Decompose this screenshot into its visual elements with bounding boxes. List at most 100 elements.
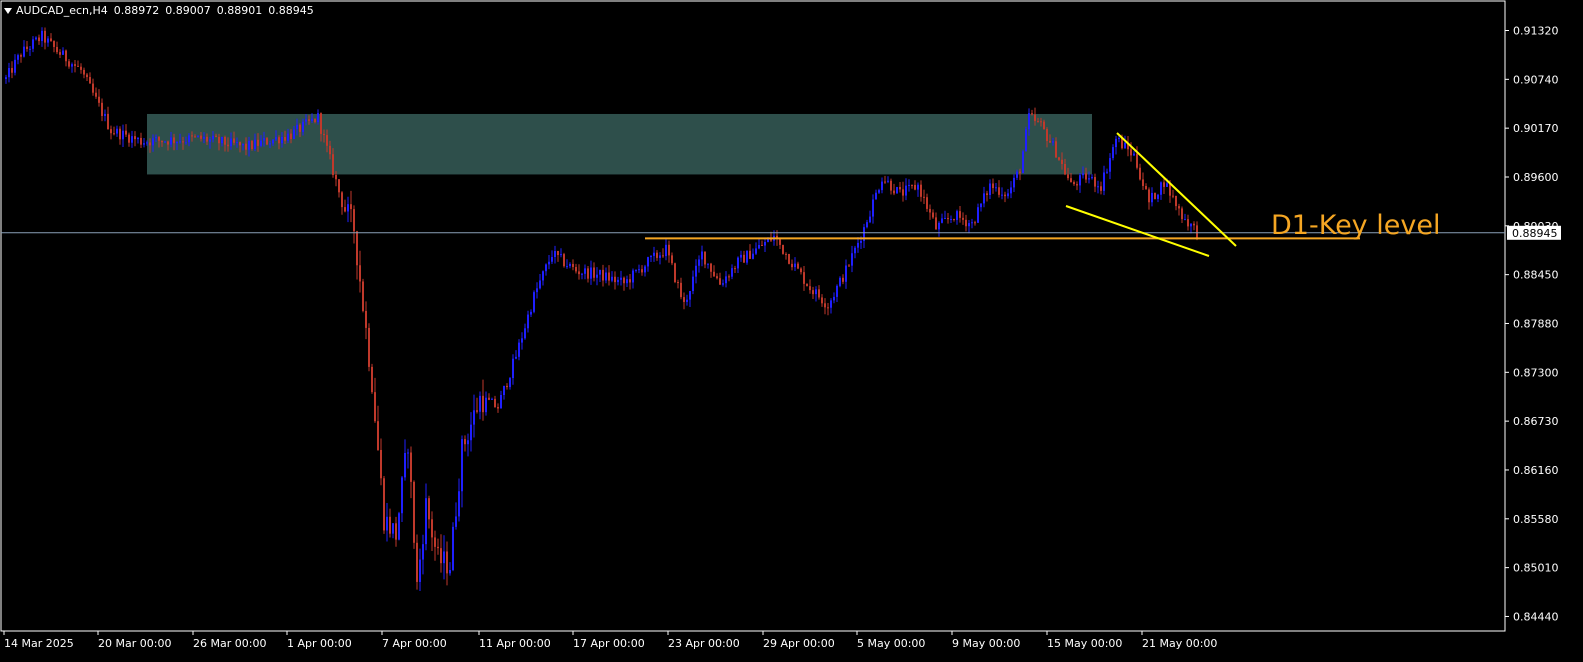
candle-body bbox=[902, 189, 904, 196]
candle-body bbox=[746, 250, 748, 263]
x-tick-label: 1 Apr 00:00 bbox=[287, 637, 352, 650]
y-tick-label: 0.86730 bbox=[1513, 415, 1559, 428]
candle-body bbox=[332, 154, 334, 175]
candle-body bbox=[1022, 151, 1024, 174]
candle-body bbox=[809, 286, 811, 291]
candle-body bbox=[569, 263, 571, 267]
candle-body bbox=[281, 136, 283, 144]
candle-body bbox=[833, 296, 835, 301]
candle-body bbox=[680, 282, 682, 298]
candle-body bbox=[779, 239, 781, 245]
candle-body bbox=[125, 130, 127, 135]
candle-body bbox=[992, 183, 994, 189]
candle-body bbox=[1139, 167, 1141, 180]
candle-body bbox=[80, 66, 82, 70]
candle-body bbox=[527, 314, 529, 329]
candle-body bbox=[263, 138, 265, 141]
x-tick-label: 5 May 00:00 bbox=[857, 637, 925, 650]
candle-body bbox=[26, 46, 28, 49]
candle-body bbox=[164, 141, 166, 143]
candle-body bbox=[518, 342, 520, 357]
candle-body bbox=[815, 289, 817, 295]
candle-body bbox=[524, 328, 526, 339]
candle-body bbox=[605, 272, 607, 281]
candle-body bbox=[1133, 153, 1135, 156]
candle-body bbox=[755, 248, 757, 254]
candle-body bbox=[998, 187, 1000, 195]
candle-body bbox=[419, 559, 421, 582]
candle-body bbox=[1190, 223, 1192, 227]
candle-body bbox=[845, 265, 847, 282]
candle-body bbox=[134, 136, 136, 140]
candle-body bbox=[539, 280, 541, 289]
candle-body bbox=[887, 180, 889, 182]
candle-body bbox=[557, 250, 559, 256]
candle-body bbox=[1187, 219, 1189, 227]
candle-body bbox=[725, 276, 727, 284]
candle-body bbox=[656, 252, 658, 258]
candle-body bbox=[1013, 177, 1015, 188]
candle-body bbox=[824, 303, 826, 308]
candle-body bbox=[1157, 194, 1159, 199]
candle-body bbox=[446, 551, 448, 574]
candle-body bbox=[224, 136, 226, 145]
candle-body bbox=[752, 253, 754, 259]
candle-body bbox=[509, 378, 511, 388]
candle-body bbox=[59, 52, 61, 55]
candle-body bbox=[968, 223, 970, 227]
candle-body bbox=[521, 338, 523, 343]
candle-body bbox=[113, 133, 115, 135]
candle-body bbox=[977, 207, 979, 223]
candle-body bbox=[692, 276, 694, 292]
candle-body bbox=[1061, 159, 1063, 164]
candle-body bbox=[404, 452, 406, 478]
candle-body bbox=[401, 477, 403, 514]
candle-body bbox=[1196, 225, 1198, 239]
candle-body bbox=[1130, 149, 1132, 156]
candle-body bbox=[299, 124, 301, 132]
candle-body bbox=[107, 113, 109, 130]
candle-body bbox=[101, 102, 103, 116]
candle-body bbox=[242, 143, 244, 146]
candle-body bbox=[227, 144, 229, 147]
candle-body bbox=[158, 137, 160, 141]
candle-body bbox=[326, 135, 328, 146]
candle-body bbox=[71, 64, 73, 67]
candle-body bbox=[806, 283, 808, 287]
candle-body bbox=[344, 207, 346, 212]
candle-body bbox=[245, 143, 247, 150]
candle-body bbox=[629, 279, 631, 283]
candle-body bbox=[212, 135, 214, 140]
candle-body bbox=[851, 253, 853, 266]
candlestick-chart[interactable]: D1-Key level 0.91320 0.90740 0.90170 0.8960… bbox=[0, 0, 1583, 662]
candle-body bbox=[581, 273, 583, 275]
candle-body bbox=[536, 288, 538, 293]
candle-body bbox=[479, 395, 481, 412]
candle-body bbox=[761, 244, 763, 246]
candle-body bbox=[143, 143, 145, 145]
candle-body bbox=[1154, 192, 1156, 199]
candle-body bbox=[932, 212, 934, 218]
candle-body bbox=[506, 385, 508, 388]
candle-body bbox=[218, 136, 220, 144]
candle-body bbox=[398, 513, 400, 540]
candle-body bbox=[797, 263, 799, 269]
candle-body bbox=[827, 307, 829, 309]
candle-body bbox=[485, 397, 487, 413]
candle-body bbox=[296, 124, 298, 130]
candle-body bbox=[962, 217, 964, 220]
candle-body bbox=[191, 135, 193, 137]
candle-body bbox=[965, 219, 967, 227]
candle-body bbox=[959, 211, 961, 218]
candle-body bbox=[584, 268, 586, 274]
candle-body bbox=[1007, 193, 1009, 197]
candle-body bbox=[338, 179, 340, 193]
candle-body bbox=[1055, 141, 1057, 158]
candle-body bbox=[533, 292, 535, 312]
candle-body bbox=[545, 264, 547, 272]
candle-body bbox=[500, 395, 502, 409]
candle-body bbox=[671, 255, 673, 264]
candle-body bbox=[722, 283, 724, 285]
y-tick-label: 0.85580 bbox=[1513, 513, 1559, 526]
candle-body bbox=[194, 136, 196, 138]
